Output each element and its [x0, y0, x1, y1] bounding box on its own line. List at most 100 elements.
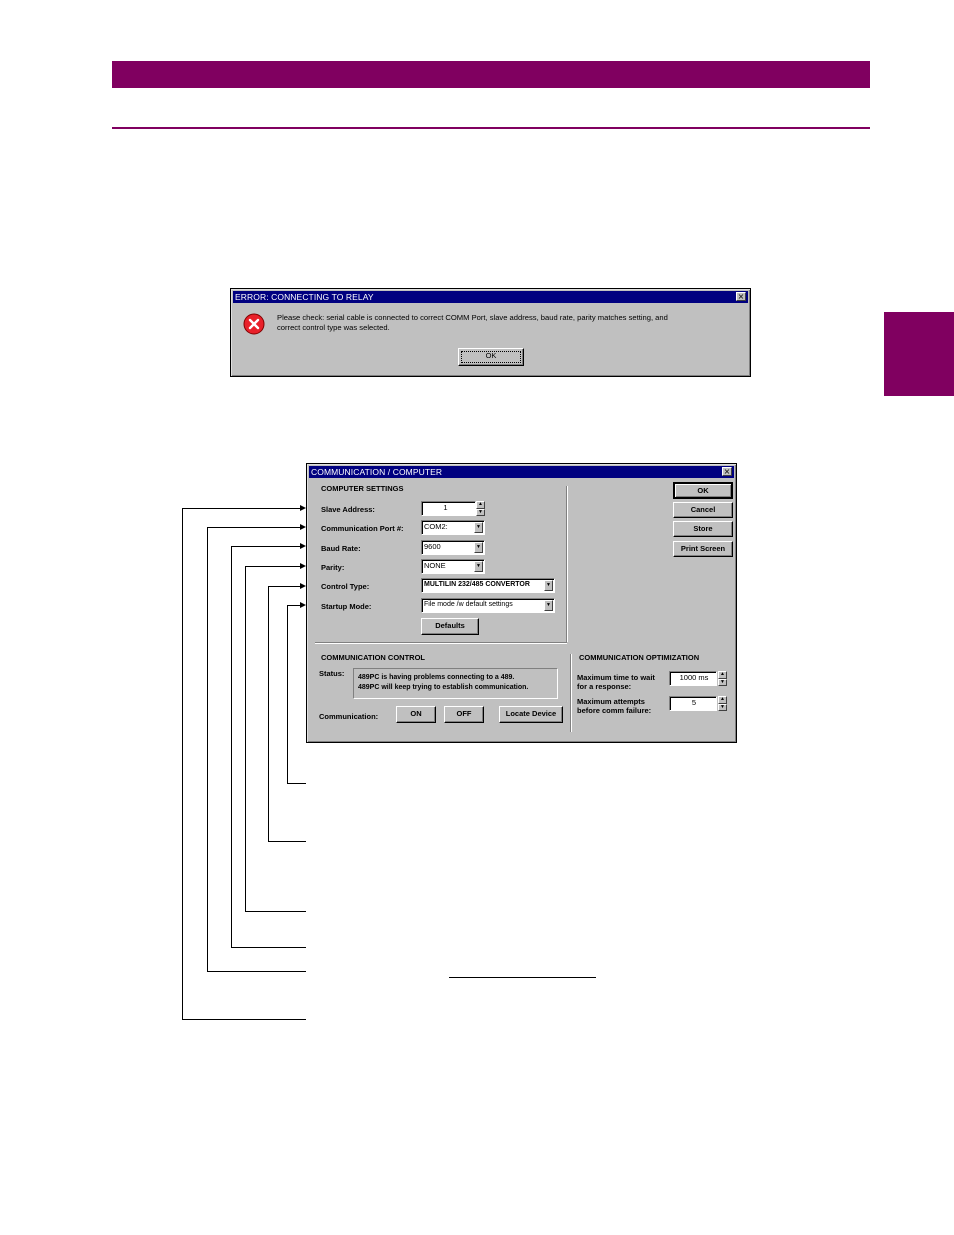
max-wait-field[interactable]: 1000 ms — [669, 671, 717, 686]
close-icon[interactable]: × — [736, 292, 746, 301]
status-line1: 489PC is having problems connecting to a… — [358, 674, 515, 681]
ok-label: OK — [697, 486, 709, 495]
startup-mode-dropdown[interactable]: File mode /w default settings ▼ — [421, 598, 555, 613]
comm-on-label: ON — [410, 709, 422, 718]
error-dialog-title: ERROR: CONNECTING TO RELAY — [235, 292, 374, 302]
max-wait-value: 1000 ms — [679, 673, 709, 682]
comm-control-heading: COMMUNICATION CONTROL — [321, 653, 426, 662]
computer-settings-heading: COMPUTER SETTINGS — [321, 484, 404, 493]
leader-comm-port-top — [207, 527, 300, 528]
arrow-icon — [300, 563, 306, 569]
comm-off-button[interactable]: OFF — [444, 706, 484, 723]
leader-slave-address — [182, 508, 183, 1020]
chevron-down-icon[interactable]: ▼ — [474, 542, 483, 553]
leader-baud-rate-bottom — [231, 947, 306, 948]
baud-rate-dropdown[interactable]: 9600 ▼ — [421, 540, 485, 555]
max-attempts-line1: Maximum attempts — [577, 697, 645, 706]
cancel-button[interactable]: Cancel — [673, 502, 733, 518]
leader-parity-top — [245, 566, 300, 567]
leader-startup-mode-bottom — [287, 783, 306, 784]
leader-control-type — [268, 586, 269, 842]
slave-address-label: Slave Address: — [321, 505, 375, 514]
control-type-value: MULTILIN 232/485 CONVERTOR — [424, 581, 530, 588]
leader-baud-rate — [231, 546, 232, 948]
status-line2: 489PC will keep trying to establish comm… — [358, 684, 529, 691]
chevron-down-icon[interactable]: ▼ — [474, 561, 483, 572]
parity-dropdown[interactable]: NONE ▼ — [421, 559, 485, 574]
leader-baud-rate-top — [231, 546, 300, 547]
slave-address-stepper[interactable]: ▲ ▼ — [476, 501, 485, 516]
arrow-icon — [300, 524, 306, 530]
leader-slave-address-top — [182, 508, 300, 509]
leader-control-type-top — [268, 586, 300, 587]
max-wait-line2: for a response: — [577, 682, 632, 691]
settings-divider — [566, 486, 568, 642]
print-screen-label: Print Screen — [680, 544, 726, 553]
locate-device-button[interactable]: Locate Device — [499, 706, 563, 723]
slave-address-value: 1 — [443, 503, 448, 512]
control-type-dropdown[interactable]: MULTILIN 232/485 CONVERTOR ▼ — [421, 578, 555, 593]
max-attempts-field[interactable]: 5 — [669, 696, 717, 711]
leader-startup-mode-top — [287, 605, 300, 606]
arrow-icon — [300, 543, 306, 549]
chevron-down-icon[interactable]: ▼ — [544, 600, 553, 611]
error-icon — [243, 313, 265, 335]
baud-rate-label: Baud Rate: — [321, 544, 361, 553]
chevron-down-icon[interactable]: ▼ — [544, 580, 553, 591]
max-wait-stepper[interactable]: ▲ ▼ — [718, 671, 727, 686]
error-dialog-titlebar: ERROR: CONNECTING TO RELAY × — [233, 291, 748, 303]
baud-rate-value: 9600 — [424, 542, 441, 551]
locate-device-label: Locate Device — [505, 709, 557, 718]
control-type-label: Control Type: — [321, 582, 370, 591]
parity-value: NONE — [424, 561, 446, 570]
leader-parity-bottom — [245, 911, 306, 912]
header-bar — [112, 61, 870, 88]
status-box: 489PC is having problems connecting to a… — [353, 668, 558, 699]
communication-label: Communication: — [319, 712, 379, 721]
comm-port-dropdown[interactable]: COM2: ▼ — [421, 520, 485, 535]
parity-label: Parity: — [321, 563, 345, 572]
error-message-line1: Please check: serial cable is connected … — [277, 313, 668, 322]
store-label: Store — [693, 524, 713, 533]
comm-divider — [570, 654, 572, 732]
slave-address-field[interactable]: 1 — [421, 501, 476, 516]
status-label: Status: — [319, 669, 345, 678]
comm-opt-heading: COMMUNICATION OPTIMIZATION — [579, 653, 700, 662]
comm-off-label: OFF — [456, 709, 472, 718]
ok-button[interactable]: OK — [673, 482, 733, 499]
leader-startup-mode — [287, 605, 288, 784]
error-ok-button[interactable]: OK — [458, 348, 524, 366]
comm-port-label: Communication Port #: — [321, 524, 404, 533]
error-dialog: ERROR: CONNECTING TO RELAY × Please chec… — [230, 288, 751, 377]
arrow-icon — [300, 583, 306, 589]
leader-comm-port — [207, 527, 208, 972]
comm-dialog-titlebar: COMMUNICATION / COMPUTER × — [309, 466, 734, 478]
leader-control-type-bottom — [268, 841, 306, 842]
defaults-label: Defaults — [435, 621, 465, 630]
error-ok-label: OK — [485, 351, 497, 360]
settings-separator — [315, 642, 567, 644]
print-screen-button[interactable]: Print Screen — [673, 541, 733, 557]
arrow-icon — [300, 505, 306, 511]
startup-mode-value: File mode /w default settings — [424, 601, 513, 608]
leader-slave-address-bottom — [182, 1019, 306, 1020]
underline-stub — [449, 977, 596, 978]
communication-dialog: COMMUNICATION / COMPUTER × COMPUTER SETT… — [306, 463, 737, 743]
comm-on-button[interactable]: ON — [396, 706, 436, 723]
close-icon[interactable]: × — [722, 467, 732, 476]
chapter-tab — [884, 312, 954, 396]
startup-mode-label: Startup Mode: — [321, 602, 372, 611]
cancel-label: Cancel — [690, 505, 716, 514]
defaults-button[interactable]: Defaults — [421, 618, 479, 635]
leader-comm-port-bottom — [207, 971, 306, 972]
store-button[interactable]: Store — [673, 521, 733, 537]
comm-port-value: COM2: — [424, 522, 448, 531]
comm-dialog-title: COMMUNICATION / COMPUTER — [311, 467, 443, 477]
max-attempts-stepper[interactable]: ▲ ▼ — [718, 696, 727, 711]
error-message-line2: correct control type was selected. — [277, 323, 390, 332]
chevron-down-icon[interactable]: ▼ — [474, 522, 483, 533]
max-attempts-value: 5 — [691, 698, 697, 707]
arrow-icon — [300, 602, 306, 608]
leader-parity — [245, 566, 246, 912]
header-rule — [112, 127, 870, 129]
